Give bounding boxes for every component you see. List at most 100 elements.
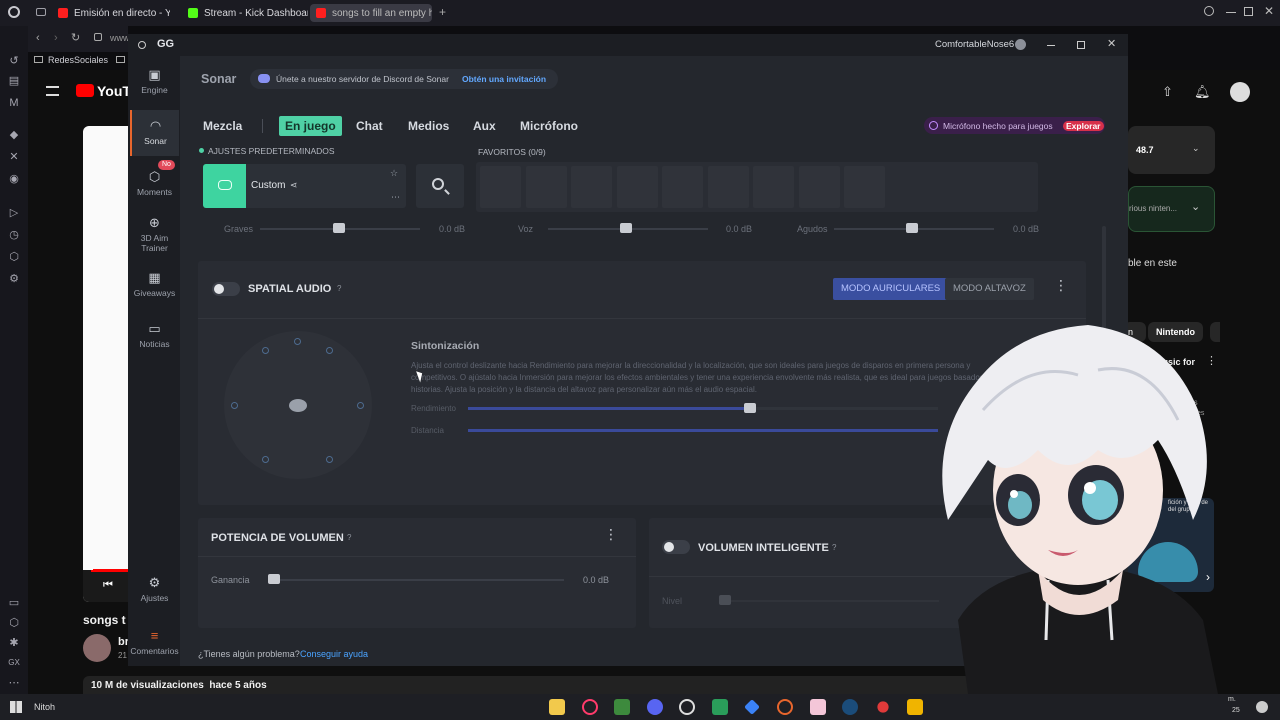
upload-icon[interactable]: ⇧ [1162,84,1173,100]
tab-medios[interactable]: Medios [408,116,449,136]
mic-promo-link[interactable]: Explorar [1063,121,1104,131]
search-tabs-icon[interactable] [1204,6,1214,16]
rendimiento-knob[interactable] [744,403,756,413]
more-options-icon[interactable]: ⋯ [391,192,400,203]
taskbar-user[interactable]: Nitoh [34,702,55,712]
nav-comentarios[interactable]: ≡ Comentarios [130,629,179,657]
preset-card[interactable]: Custom ⋖ ☆ ⋯ [203,164,406,208]
recommendation-box[interactable]: rious ninten... ⌄ [1128,186,1215,232]
favorite-slot[interactable] [525,166,567,208]
level-slider[interactable] [719,600,939,602]
tools-icon[interactable]: ✱ [7,636,21,650]
chip-more[interactable] [1210,322,1220,342]
chat-zoom-box[interactable]: 48.7 ⌄ [1128,126,1215,174]
nav-sonar[interactable]: ◠ Sonar [130,110,179,156]
speaker-dot[interactable] [262,347,269,354]
help-icon[interactable]: ? [832,543,836,552]
app-pink-icon[interactable] [810,699,826,715]
nav-engine[interactable]: ▣ Engine [130,68,179,96]
chip-nintendo[interactable]: Nintendo [1148,322,1203,342]
favorite-slot[interactable] [662,166,703,208]
username[interactable]: ComfortableNose6 [935,39,1014,50]
minecraft-icon[interactable] [614,699,630,715]
reload-icon[interactable]: ↻ [71,31,80,44]
wallet-icon[interactable]: ▭ [7,596,21,610]
scrollbar[interactable] [1102,226,1106,646]
steelseries-icon[interactable] [777,699,793,715]
notification-badge[interactable] [1256,701,1268,713]
speaker-dot[interactable] [262,456,269,463]
pinboard-icon[interactable]: ▤ [7,74,21,88]
discord-taskbar-icon[interactable] [647,699,663,715]
browser-tab-kick[interactable]: Stream - Kick Dashboard [188,4,308,22]
app-red-icon[interactable] [877,701,889,713]
video-thumbnail[interactable]: fición y falta de del grupo [1128,498,1214,592]
star-icon[interactable]: ☆ [390,168,398,179]
mode-speaker-button[interactable]: MODO ALTAVOZ [945,278,1034,300]
discord-invite-link[interactable]: Obtén una invitación [462,74,546,84]
obs-icon[interactable] [679,699,695,715]
tabs-icon[interactable] [36,8,46,16]
chevron-down-icon[interactable]: ⌄ [1192,143,1200,154]
previous-icon[interactable]: ⏮ [103,579,113,592]
tab-microfono[interactable]: Micrófono [520,116,578,136]
distancia-slider[interactable] [468,429,938,432]
history-icon[interactable]: ↺ [7,54,21,68]
cube-icon[interactable]: ⬡ [7,616,21,630]
close-icon[interactable]: ✕ [1264,4,1274,18]
speaker-dot[interactable] [231,402,238,409]
share-icon[interactable]: ⋖ [290,180,298,191]
eq-voz-knob[interactable] [620,223,632,233]
discord-banner[interactable]: Únete a nuestro servidor de Discord de S… [250,69,558,89]
steam-icon[interactable] [842,699,858,715]
app-yellow-icon[interactable] [907,699,923,715]
file-explorer-icon[interactable] [549,699,565,715]
opera-icon[interactable] [582,699,598,715]
tab-chat[interactable]: Chat [356,116,383,136]
settings-icon[interactable]: ⚙ [7,272,21,286]
minimize-icon[interactable] [1226,12,1236,13]
suggested-title[interactable]: tsune music for [1128,357,1195,367]
spatial-audio-toggle[interactable] [212,282,240,296]
user-avatar[interactable] [1015,39,1026,50]
help-icon[interactable]: ? [337,284,341,293]
nav-aim-trainer[interactable]: ⊕ 3D Aim Trainer [130,216,179,254]
smart-volume-toggle[interactable] [662,540,690,554]
address-bar[interactable]: ‹ › ↻ www [28,26,130,52]
favorite-slot[interactable] [798,166,840,208]
nav-moments[interactable]: ⬡ Moments [130,170,179,198]
chevron-right-icon[interactable]: › [1206,570,1210,584]
minimize-icon[interactable] [1047,45,1055,46]
get-help-link[interactable]: Conseguir ayuda [300,649,368,659]
maximize-icon[interactable] [1244,7,1253,16]
nav-ajustes[interactable]: ⚙ Ajustes [130,576,179,604]
back-arrow-icon[interactable]: ‹ [36,32,40,44]
level-knob[interactable] [719,595,731,605]
speaker-dot[interactable] [326,456,333,463]
favorite-slot[interactable] [707,166,749,208]
bell-icon[interactable]: 🔔︎ [1194,84,1211,100]
help-icon[interactable]: ? [347,533,351,542]
gain-knob[interactable] [268,574,280,584]
m-icon[interactable]: M [7,96,21,110]
speaker-dot[interactable] [294,338,301,345]
tab-mezcla[interactable]: Mezcla [203,116,242,136]
description-box[interactable]: 10 M de visualizaciones hace 5 años [83,676,1128,694]
browser-tab-songs[interactable]: songs to fill an empty hea [310,4,432,22]
x-icon[interactable]: ✕ [7,150,21,164]
eq-agudos-knob[interactable] [906,223,918,233]
eq-graves-knob[interactable] [333,223,345,233]
more-icon[interactable]: ⋯ [7,676,21,690]
bookmark-redessociales[interactable]: RedesSociales [48,55,108,65]
taskbar-clock[interactable]: m. [1228,696,1236,703]
video-player[interactable]: ⏮ [83,126,133,602]
forward-arrow-icon[interactable]: › [54,32,58,44]
preset-search-button[interactable] [416,164,464,208]
maximize-icon[interactable] [1077,41,1085,49]
nav-noticias[interactable]: ▭ Noticias [130,322,179,350]
close-icon[interactable]: ✕ [1107,37,1116,50]
taskbar-clock[interactable]: 25 [1232,707,1240,714]
gx-icon[interactable]: GX [7,656,21,670]
favorite-slot[interactable] [480,166,521,208]
youtube-logo-icon[interactable] [76,84,94,97]
